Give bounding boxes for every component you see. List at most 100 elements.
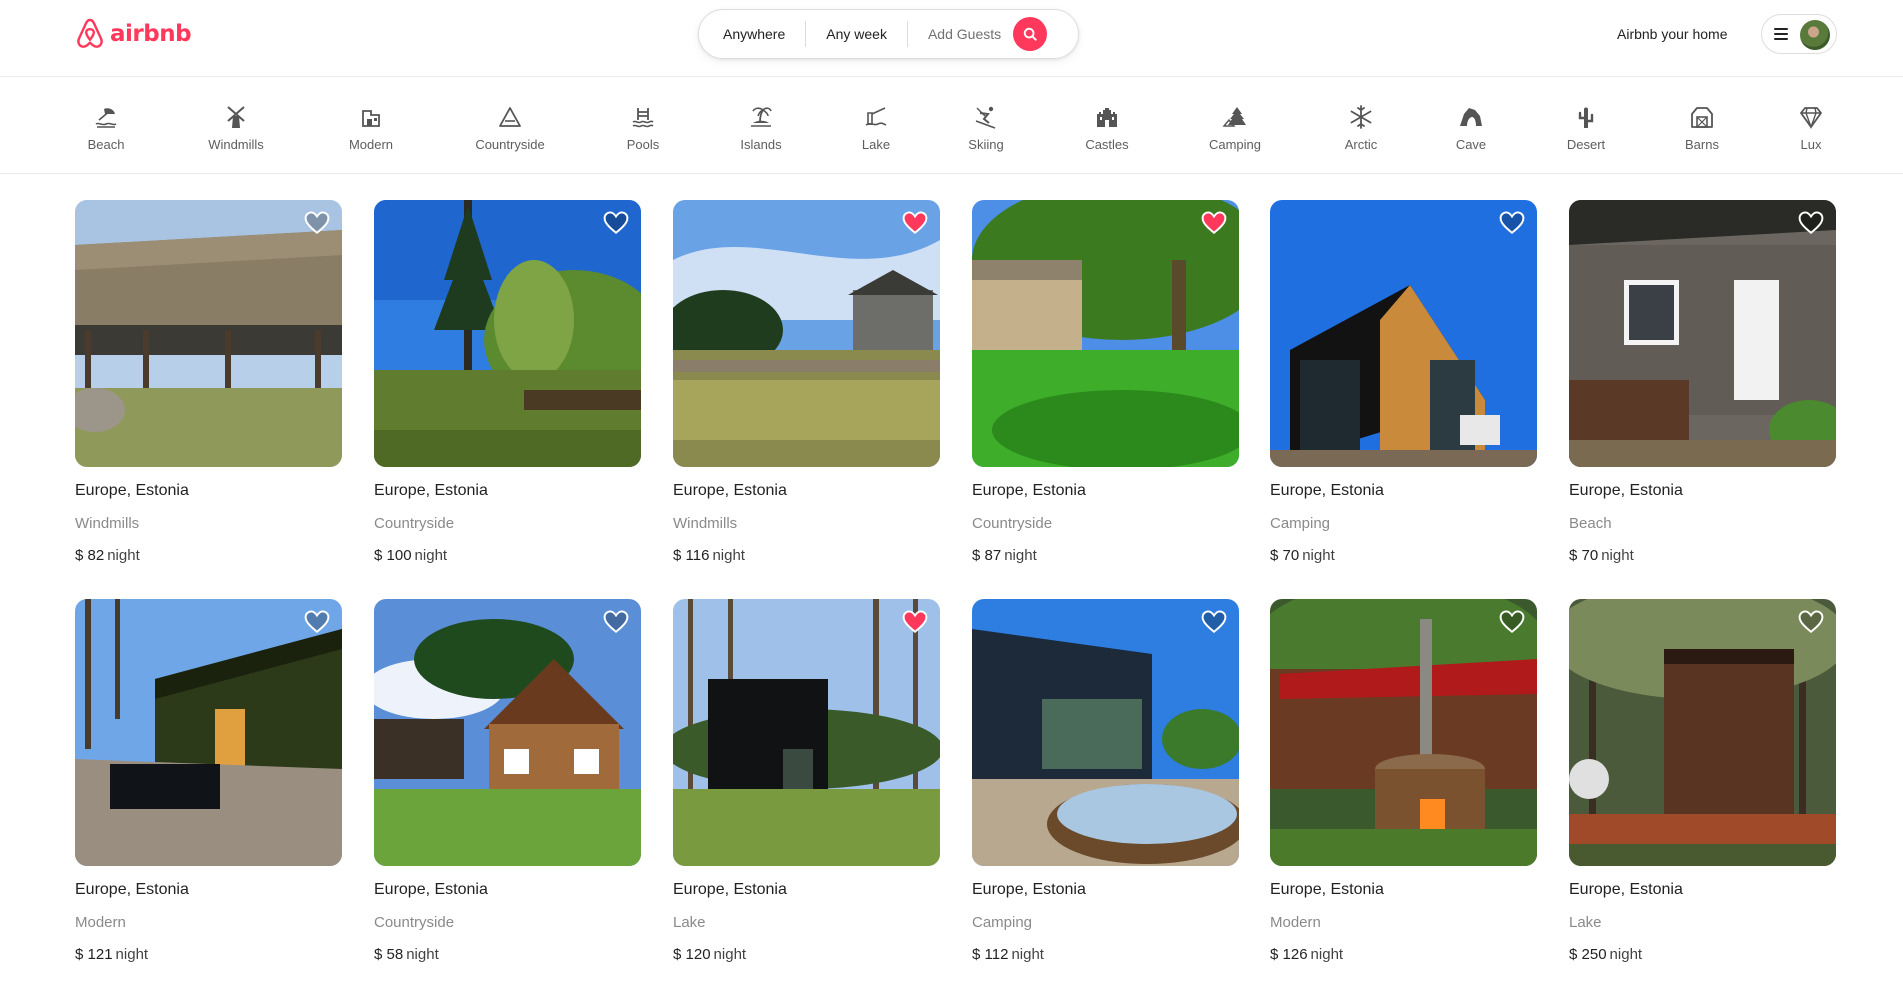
category-modern[interactable]: Modern bbox=[346, 78, 396, 174]
price-value: 70 bbox=[1581, 547, 1599, 564]
favorite-heart-icon[interactable] bbox=[304, 210, 332, 238]
listing-price: $ 70 night bbox=[1569, 547, 1836, 565]
airbnb-logo-icon bbox=[77, 18, 103, 48]
listing-photo[interactable] bbox=[1270, 599, 1537, 866]
favorite-heart-icon[interactable] bbox=[603, 210, 631, 238]
favorite-heart-icon[interactable] bbox=[902, 609, 930, 637]
airbnb-logo[interactable]: airbnb bbox=[74, 17, 192, 51]
favorite-heart-icon[interactable] bbox=[1798, 609, 1826, 637]
listing-card[interactable]: Europe, Estonia Windmills $ 116 night bbox=[673, 200, 940, 565]
listing-card[interactable]: Europe, Estonia Beach $ 70 night bbox=[1569, 200, 1836, 565]
price-currency: $ bbox=[972, 946, 981, 963]
category-label: Cave bbox=[1455, 137, 1487, 152]
category-label: Islands bbox=[740, 137, 782, 152]
listing-photo[interactable] bbox=[374, 599, 641, 866]
listing-photo[interactable] bbox=[972, 200, 1239, 467]
listing-card[interactable]: Europe, Estonia Camping $ 112 night bbox=[972, 599, 1239, 964]
category-beach[interactable]: Beach bbox=[86, 78, 126, 174]
listing-card[interactable]: Europe, Estonia Lake $ 250 night bbox=[1569, 599, 1836, 964]
listing-photo[interactable] bbox=[75, 200, 342, 467]
category-skiing[interactable]: Skiing bbox=[966, 78, 1006, 174]
price-value: 100 bbox=[386, 547, 412, 564]
listing-photo[interactable] bbox=[673, 200, 940, 467]
castle-icon bbox=[1093, 103, 1121, 131]
cactus-icon bbox=[1572, 103, 1600, 131]
listing-photo[interactable] bbox=[673, 599, 940, 866]
favorite-heart-icon[interactable] bbox=[1201, 609, 1229, 637]
listing-card[interactable]: Europe, Estonia Lake $ 120 night bbox=[673, 599, 940, 964]
category-lake[interactable]: Lake bbox=[860, 78, 892, 174]
price-unit: night bbox=[1004, 547, 1037, 564]
price-currency: $ bbox=[1270, 547, 1279, 564]
category-arctic[interactable]: Arctic bbox=[1341, 78, 1381, 174]
listing-card[interactable]: Europe, Estonia Countryside $ 87 night bbox=[972, 200, 1239, 565]
price-currency: $ bbox=[673, 547, 682, 564]
listing-photo[interactable] bbox=[972, 599, 1239, 866]
listing-card[interactable]: Europe, Estonia Countryside $ 58 night bbox=[374, 599, 641, 964]
search-button[interactable] bbox=[1013, 17, 1048, 51]
listing-photo[interactable] bbox=[1569, 200, 1836, 467]
category-windmills[interactable]: Windmills bbox=[204, 78, 268, 174]
category-castles[interactable]: Castles bbox=[1082, 78, 1132, 174]
favorite-heart-icon[interactable] bbox=[1499, 609, 1527, 637]
category-lux[interactable]: Lux bbox=[1796, 78, 1826, 174]
search-when[interactable]: Any week bbox=[806, 21, 907, 47]
category-barns[interactable]: Barns bbox=[1684, 78, 1720, 174]
favorite-heart-icon[interactable] bbox=[603, 609, 631, 637]
search-where[interactable]: Anywhere bbox=[699, 21, 805, 47]
category-label: Camping bbox=[1208, 137, 1262, 152]
listing-location: Europe, Estonia bbox=[972, 881, 1086, 898]
search-guests[interactable]: Add Guests bbox=[908, 21, 1011, 47]
listing-type: Countryside bbox=[972, 515, 1053, 532]
top-header: airbnb Anywhere Any week Add Guests Airb… bbox=[0, 0, 1903, 77]
price-value: 58 bbox=[386, 946, 404, 963]
listing-location: Europe, Estonia bbox=[75, 881, 189, 898]
price-unit: night bbox=[1609, 946, 1643, 963]
favorite-heart-icon[interactable] bbox=[1499, 210, 1527, 238]
listing-location: Europe, Estonia bbox=[374, 482, 488, 499]
listing-location: Europe, Estonia bbox=[1270, 482, 1384, 499]
listing-price: $ 87 night bbox=[972, 547, 1239, 565]
price-value: 82 bbox=[87, 547, 105, 564]
listing-card[interactable]: Europe, Estonia Modern $ 121 night bbox=[75, 599, 342, 964]
listing-type: Lake bbox=[673, 914, 706, 931]
price-value: 70 bbox=[1282, 547, 1300, 564]
price-currency: $ bbox=[374, 547, 383, 564]
category-pools[interactable]: Pools bbox=[625, 78, 661, 174]
price-unit: night bbox=[713, 946, 747, 963]
listing-card[interactable]: Europe, Estonia Windmills $ 82 night bbox=[75, 200, 342, 565]
listing-photo[interactable] bbox=[1569, 599, 1836, 866]
category-label: Beach bbox=[87, 137, 125, 152]
barn-icon bbox=[1688, 103, 1716, 131]
favorite-heart-icon[interactable] bbox=[1798, 210, 1826, 238]
listing-location: Europe, Estonia bbox=[374, 881, 488, 898]
listing-photo[interactable] bbox=[1270, 200, 1537, 467]
listing-price: $ 120 night bbox=[673, 946, 940, 964]
listing-card[interactable]: Europe, Estonia Countryside $ 100 night bbox=[374, 200, 641, 565]
camping-icon bbox=[1221, 103, 1249, 131]
price-value: 120 bbox=[685, 946, 711, 963]
listing-type: Camping bbox=[1270, 515, 1331, 532]
category-label: Skiing bbox=[968, 137, 1004, 152]
category-islands[interactable]: Islands bbox=[737, 78, 785, 174]
price-value: 116 bbox=[685, 547, 710, 564]
user-menu-button[interactable] bbox=[1761, 14, 1837, 54]
category-countryside[interactable]: Countryside bbox=[472, 78, 548, 174]
favorite-heart-icon[interactable] bbox=[304, 609, 332, 637]
category-cave[interactable]: Cave bbox=[1455, 78, 1487, 174]
category-desert[interactable]: Desert bbox=[1564, 78, 1608, 174]
hamburger-menu-icon bbox=[1774, 28, 1788, 40]
price-currency: $ bbox=[1569, 946, 1578, 963]
category-camping[interactable]: Camping bbox=[1206, 78, 1264, 174]
favorite-heart-icon[interactable] bbox=[1201, 210, 1229, 238]
listing-photo[interactable] bbox=[75, 599, 342, 866]
listing-card[interactable]: Europe, Estonia Modern $ 126 night bbox=[1270, 599, 1537, 964]
skiing-icon bbox=[972, 103, 1000, 131]
favorite-heart-icon[interactable] bbox=[902, 210, 930, 238]
search-bar[interactable]: Anywhere Any week Add Guests bbox=[698, 9, 1079, 59]
lake-icon bbox=[862, 103, 890, 131]
listing-location: Europe, Estonia bbox=[673, 881, 787, 898]
listing-card[interactable]: Europe, Estonia Camping $ 70 night bbox=[1270, 200, 1537, 565]
airbnb-your-home-link[interactable]: Airbnb your home bbox=[1617, 24, 1728, 44]
listing-photo[interactable] bbox=[374, 200, 641, 467]
